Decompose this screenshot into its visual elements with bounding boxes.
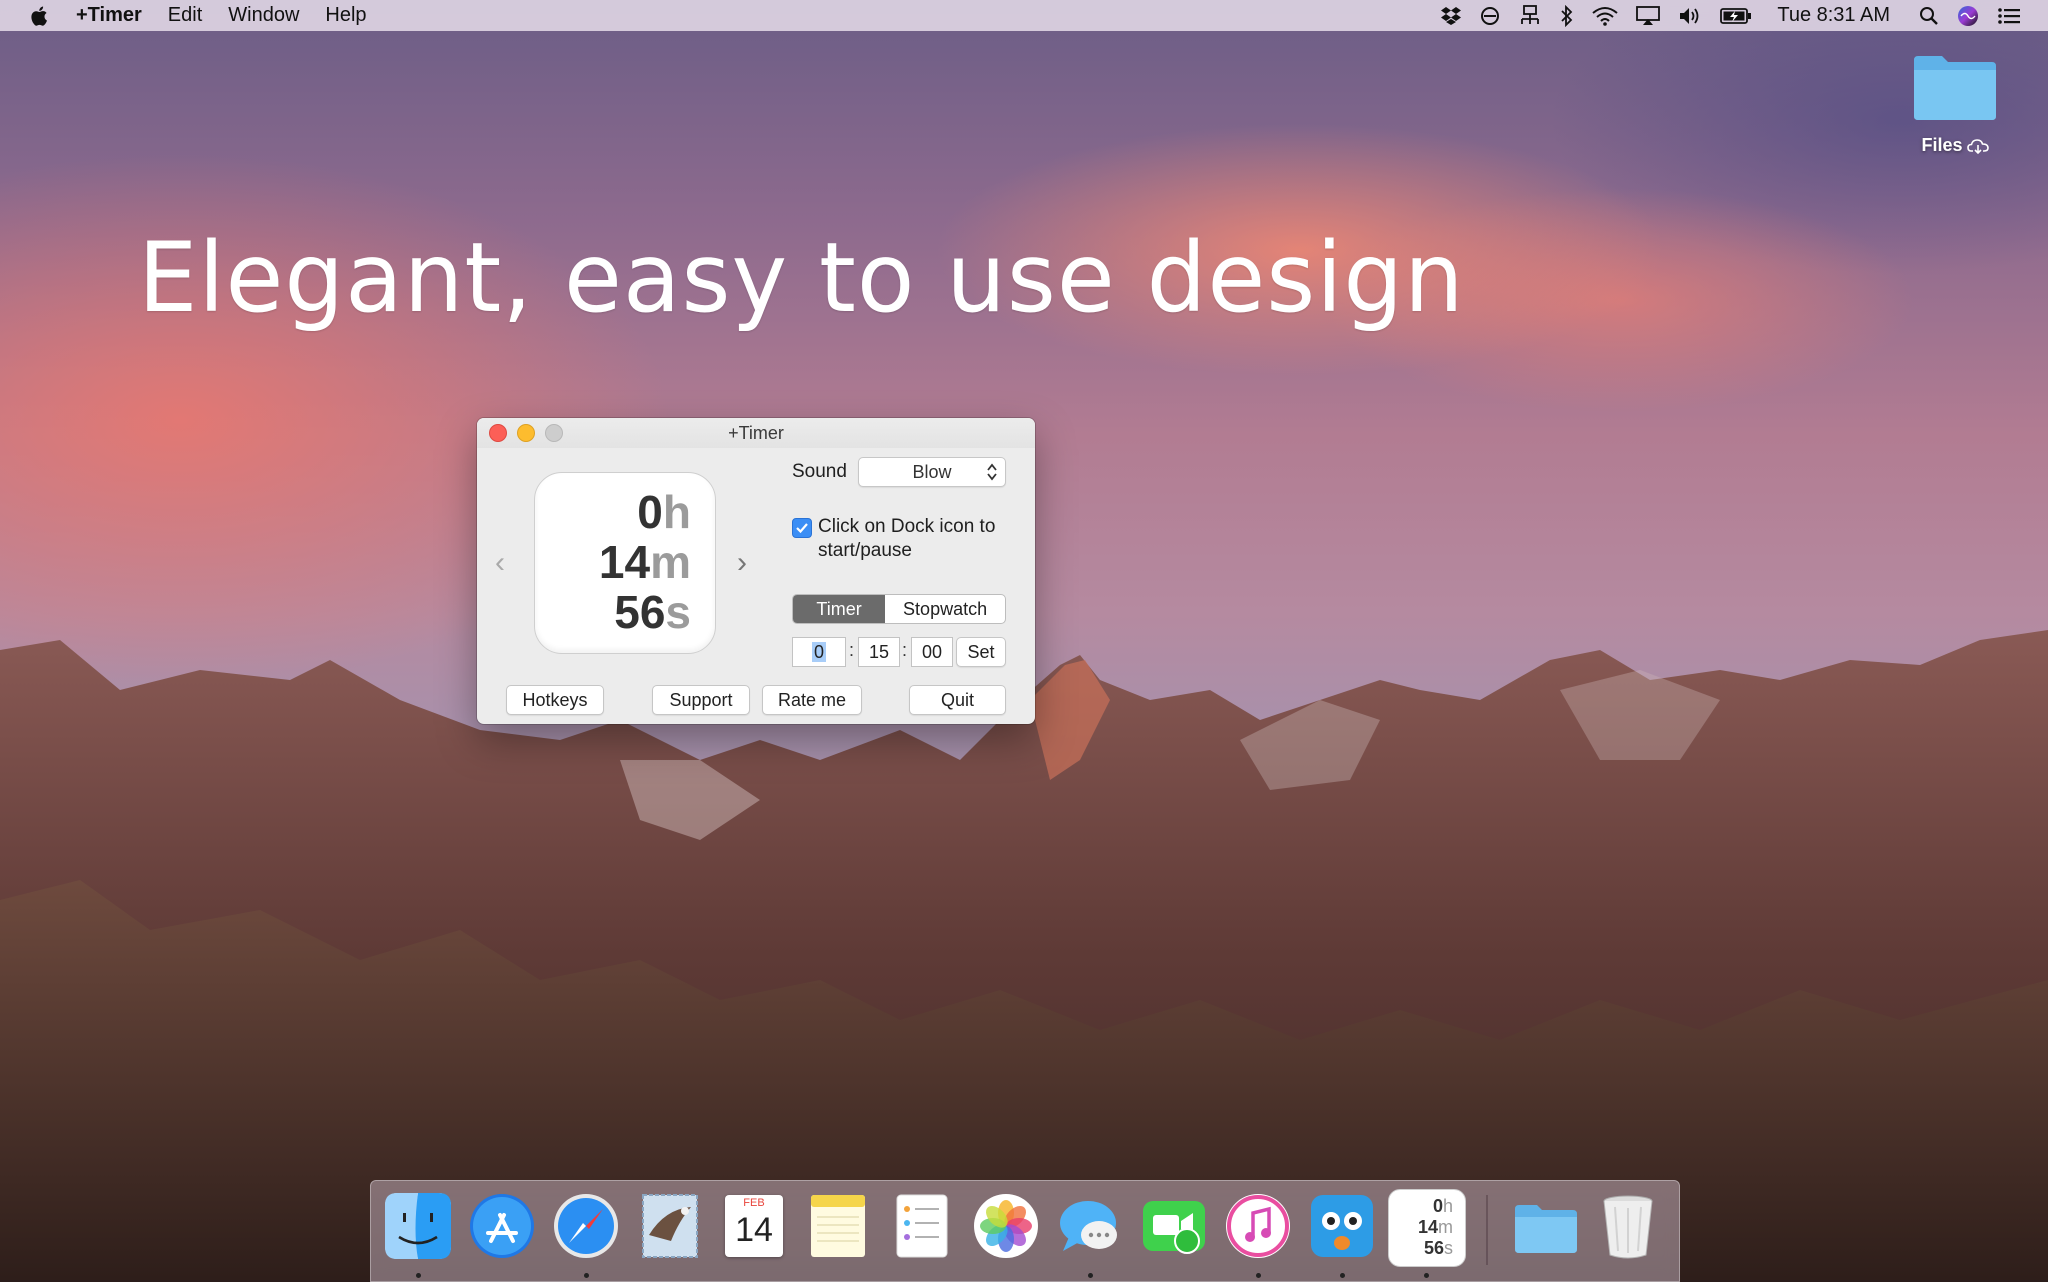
menu-window[interactable]: Window [228, 4, 299, 27]
display-minutes: 14m [599, 535, 691, 589]
seconds-unit: s [665, 586, 691, 638]
seconds-input[interactable]: 00 [911, 637, 953, 667]
sound-value: Blow [912, 462, 952, 482]
wifi-icon[interactable] [1592, 6, 1618, 26]
running-indicator [1340, 1273, 1345, 1278]
dock-hours-value: 0 [1432, 1196, 1443, 1216]
sound-select[interactable]: Blow [858, 457, 1006, 487]
calendar-month: FEB [743, 1197, 765, 1209]
timer-window: +Timer ‹ 0h 14m 56s › Sound Blow Click o… [477, 418, 1035, 724]
dock-timer-seconds: 56s [1389, 1238, 1465, 1259]
trash-icon[interactable] [1593, 1191, 1663, 1261]
menu-app-name[interactable]: +Timer [76, 4, 142, 27]
hours-input-value: 0 [811, 642, 826, 662]
do-not-disturb-icon[interactable] [1480, 6, 1500, 26]
apple-menu-icon[interactable] [28, 4, 52, 28]
notification-center-icon[interactable] [1997, 6, 2021, 26]
dock-timer-hours: 0h [1389, 1196, 1465, 1217]
volume-icon[interactable] [1678, 6, 1702, 26]
menu-help[interactable]: Help [325, 4, 366, 27]
photos-icon[interactable] [971, 1191, 1041, 1261]
seconds-value: 56 [614, 586, 666, 638]
notes-icon[interactable] [803, 1191, 873, 1261]
set-button[interactable]: Set [956, 637, 1006, 667]
dock-separator [1486, 1195, 1488, 1265]
dock-click-checkbox[interactable] [792, 518, 812, 538]
updown-chevron-icon [987, 463, 997, 481]
mail-icon[interactable] [635, 1191, 705, 1261]
timer-display: 0h 14m 56s [534, 472, 716, 654]
tab-timer[interactable]: Timer [793, 595, 886, 623]
hours-input[interactable]: 0 [792, 637, 846, 667]
rate-me-button[interactable]: Rate me [762, 685, 862, 715]
running-indicator [1424, 1273, 1429, 1278]
menu-bar: +Timer Edit Window Help Tue 8:31 AM [0, 0, 2048, 31]
folder-icon [1914, 56, 1996, 120]
network-icon[interactable] [1518, 4, 1542, 27]
display-seconds: 56s [614, 585, 691, 639]
dock: FEB 14 0h 14m 56s [370, 1180, 1680, 1282]
minutes-value: 14 [598, 536, 651, 588]
folder-name: Files [1921, 135, 1963, 155]
time-separator: : [849, 640, 855, 660]
running-indicator [584, 1273, 589, 1278]
safari-icon[interactable] [551, 1191, 621, 1261]
calendar-icon[interactable]: FEB 14 [719, 1191, 789, 1261]
running-indicator [1088, 1273, 1093, 1278]
dock-minutes-unit: m [1438, 1217, 1453, 1237]
chevron-left-icon[interactable]: ‹ [495, 546, 505, 580]
dock-hours-unit: h [1442, 1196, 1453, 1216]
checkmark-icon [796, 523, 808, 534]
tweetbot-icon[interactable] [1307, 1191, 1377, 1261]
spotlight-icon[interactable] [1919, 6, 1939, 26]
hours-value: 0 [637, 486, 663, 538]
display-hours: 0h [637, 485, 691, 539]
checkbox-label-line1[interactable]: Click on Dock icon to [818, 516, 995, 538]
status-area: Tue 8:31 AM [1431, 4, 2030, 27]
desktop-folder-files[interactable]: Files [1910, 52, 2000, 156]
facetime-icon[interactable] [1139, 1191, 1209, 1261]
promo-headline: Elegant, easy to use design [138, 222, 1465, 334]
airplay-icon[interactable] [1636, 5, 1661, 26]
minutes-input[interactable]: 15 [858, 637, 900, 667]
icloud-download-icon [1966, 138, 1989, 154]
tab-stopwatch[interactable]: Stopwatch [885, 595, 1005, 623]
finder-icon[interactable] [383, 1191, 453, 1261]
reminders-icon[interactable] [887, 1191, 957, 1261]
messages-icon[interactable] [1055, 1191, 1125, 1261]
siri-icon[interactable] [1957, 5, 1979, 27]
dock-timer-minutes: 14m [1389, 1217, 1465, 1238]
dock-seconds-value: 56 [1423, 1238, 1444, 1258]
desktop-folder-label: Files [1910, 135, 2000, 156]
menu-edit[interactable]: Edit [168, 4, 202, 27]
mode-segmented-control: Timer Stopwatch [792, 594, 1006, 624]
window-titlebar[interactable]: +Timer [477, 418, 1035, 448]
support-button[interactable]: Support [652, 685, 750, 715]
dock-minutes-value: 14 [1417, 1217, 1438, 1237]
chevron-right-icon[interactable]: › [737, 546, 747, 580]
minutes-unit: m [650, 536, 691, 588]
folder-stack-icon[interactable] [1511, 1191, 1581, 1261]
app-store-icon[interactable] [467, 1191, 537, 1261]
hotkeys-button[interactable]: Hotkeys [506, 685, 604, 715]
running-indicator [1256, 1273, 1261, 1278]
running-indicator [416, 1273, 421, 1278]
timer-dock-icon[interactable]: 0h 14m 56s [1388, 1189, 1466, 1267]
battery-icon[interactable] [1720, 7, 1752, 25]
hours-unit: h [662, 486, 691, 538]
calendar-day: 14 [735, 1211, 773, 1249]
dock-seconds-unit: s [1444, 1238, 1453, 1258]
time-separator: : [902, 640, 908, 660]
itunes-icon[interactable] [1223, 1191, 1293, 1261]
menubar-clock[interactable]: Tue 8:31 AM [1777, 4, 1890, 27]
dropbox-icon[interactable] [1440, 6, 1462, 26]
quit-button[interactable]: Quit [909, 685, 1006, 715]
sound-label: Sound [792, 461, 847, 482]
bluetooth-icon[interactable] [1560, 4, 1574, 27]
window-title: +Timer [728, 423, 784, 443]
checkbox-label-line2[interactable]: start/pause [818, 540, 912, 562]
